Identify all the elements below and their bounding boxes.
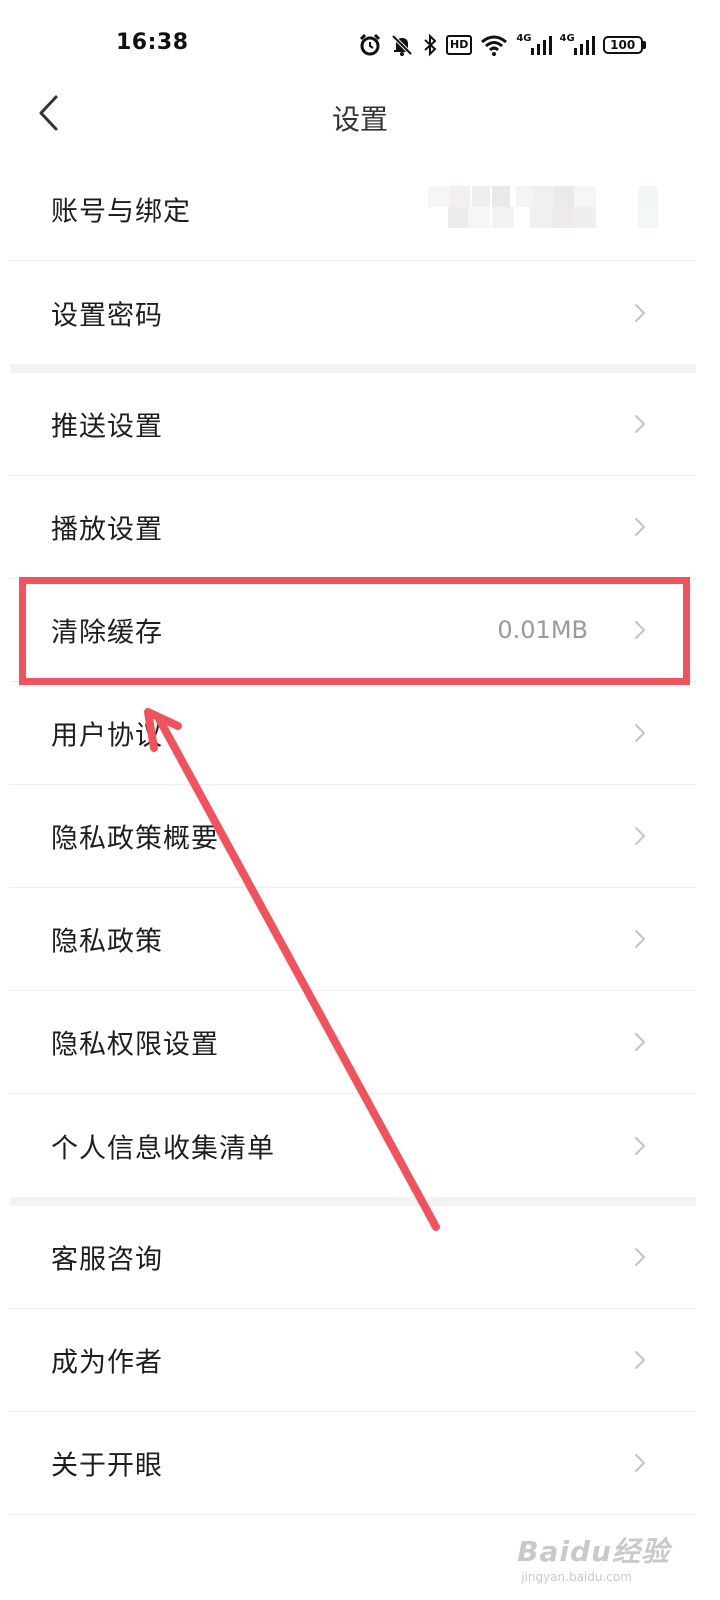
battery-icon: 100	[602, 36, 646, 54]
chevron-right-icon	[635, 518, 645, 536]
chevron-right-icon	[635, 1454, 645, 1472]
cache-size-value: 0.01MB	[497, 616, 588, 644]
settings-item-label: 用户协议	[51, 720, 163, 752]
settings-item-personal-info[interactable]: 个人信息收集清单	[10, 1094, 696, 1197]
chevron-right-icon	[635, 1033, 645, 1051]
settings-item-label: 清除缓存	[51, 617, 163, 649]
settings-item-label: 个人信息收集清单	[51, 1133, 275, 1164]
settings-item-account[interactable]: 账号与绑定	[10, 158, 696, 261]
network-type-label: 4G	[559, 32, 575, 44]
network-type-label: 4G	[516, 32, 532, 44]
settings-item-label: 推送设置	[51, 411, 163, 443]
page-title: 设置	[331, 103, 388, 136]
settings-item-playback[interactable]: 播放设置	[10, 476, 696, 579]
baidu-watermark: Baidu经验 jingyan.baidu.com	[517, 1530, 670, 1584]
battery-level: 100	[602, 36, 643, 54]
chevron-right-icon	[635, 930, 645, 948]
chevron-right-icon	[635, 1136, 645, 1155]
settings-item-label: 设置密码	[51, 300, 163, 331]
settings-item-push[interactable]: 推送设置	[10, 373, 696, 476]
settings-item-privacy-permissions[interactable]: 隐私权限设置	[10, 991, 696, 1094]
chevron-right-icon	[635, 724, 645, 742]
status-bar: 16:38 HD 4G 4G 100	[0, 0, 720, 90]
group-separator	[10, 1197, 696, 1206]
settings-item-about[interactable]: 关于开眼	[10, 1412, 696, 1515]
settings-item-clear-cache[interactable]: 清除缓存 0.01MB	[10, 579, 696, 682]
bell-muted-icon	[391, 34, 413, 56]
battery-cap	[642, 41, 646, 49]
hd-voice-icon: HD	[446, 35, 473, 55]
settings-list: 账号与绑定 设置密码 推送设置 播放设置 清除缓存 0.01MB 用户协议 隐私…	[10, 158, 696, 1515]
4g-signal-icon	[573, 36, 595, 55]
settings-item-privacy-policy[interactable]: 隐私政策	[10, 888, 696, 991]
wifi-icon	[481, 35, 508, 56]
group-separator	[10, 364, 696, 373]
settings-item-support[interactable]: 客服咨询	[10, 1206, 696, 1309]
settings-item-label: 成为作者	[51, 1347, 163, 1379]
bluetooth-icon	[424, 33, 437, 57]
4g-signal-icon	[530, 36, 552, 55]
chevron-right-icon	[635, 621, 645, 639]
settings-item-label: 账号与绑定	[51, 196, 191, 228]
settings-item-label: 播放设置	[51, 514, 163, 546]
chevron-right-icon	[635, 1248, 645, 1266]
settings-item-user-agreement[interactable]: 用户协议	[10, 682, 696, 785]
settings-item-label: 关于开眼	[51, 1450, 163, 1482]
settings-item-become-author[interactable]: 成为作者	[10, 1309, 696, 1412]
settings-item-password[interactable]: 设置密码	[10, 261, 696, 364]
status-time: 16:38	[116, 30, 189, 55]
chevron-right-icon	[635, 827, 645, 845]
blurred-account-info	[420, 186, 660, 228]
chevron-right-icon	[635, 415, 645, 433]
settings-item-privacy-summary[interactable]: 隐私政策概要	[10, 785, 696, 888]
settings-item-label: 隐私政策概要	[51, 823, 219, 855]
title-bar: 设置	[0, 90, 720, 140]
chevron-right-icon	[635, 303, 645, 322]
watermark-url: jingyan.baidu.com	[521, 1570, 632, 1584]
alarm-icon	[359, 33, 381, 56]
status-icons: HD 4G 4G 100	[358, 30, 646, 60]
chevron-right-icon	[635, 1351, 645, 1369]
settings-item-label: 隐私权限设置	[51, 1029, 219, 1061]
settings-item-label: 隐私政策	[51, 926, 163, 958]
settings-item-label: 客服咨询	[51, 1244, 163, 1276]
watermark-title: Baidu经验	[517, 1535, 670, 1568]
